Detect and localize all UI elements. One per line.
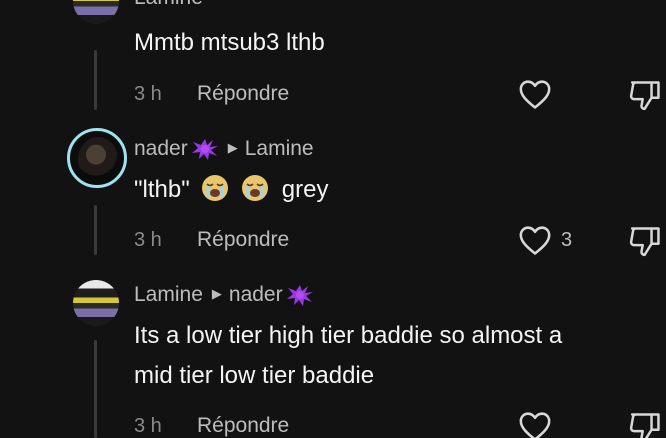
comment-text-prefix: "lthb" xyxy=(134,176,190,203)
reply-button[interactable]: Répondre xyxy=(197,414,289,438)
comment-text-suffix: grey xyxy=(281,176,329,203)
thumbs-down-outline-icon xyxy=(629,227,660,257)
avatar[interactable] xyxy=(67,128,127,188)
reply-to-username[interactable]: nader xyxy=(229,283,283,307)
right-triangle-icon: ▶ xyxy=(211,286,222,301)
heart-outline-icon xyxy=(519,80,551,109)
comment-text: "lthb" grey xyxy=(134,170,328,210)
comment-thread: Lamine Mmtb mtsub3 lthb 3 h Répondre nad… xyxy=(0,0,666,438)
comment-time: 3 h xyxy=(134,83,162,105)
like-button[interactable]: 3 xyxy=(518,224,572,256)
avatar[interactable] xyxy=(73,280,119,326)
thread-line xyxy=(94,205,97,255)
thumbs-down-outline-icon xyxy=(629,413,660,438)
comment-text-line: Its a low tier high tier baddie so almos… xyxy=(134,322,563,349)
comment-username[interactable]: nader xyxy=(134,137,188,161)
loudly-crying-face-emoji xyxy=(242,175,269,201)
comment-username[interactable]: Lamine xyxy=(134,0,203,10)
heart-outline-icon xyxy=(519,412,551,438)
purple-splat-emoji xyxy=(191,139,218,160)
thread-line xyxy=(94,50,97,110)
heart-outline-icon xyxy=(519,226,551,255)
comment-username-row: Lamine ▶ nader xyxy=(134,283,314,307)
dislike-button[interactable] xyxy=(628,78,664,117)
comment-username-row: nader ▶ Lamine xyxy=(134,137,314,161)
comment-text: Mmtb mtsub3 lthb xyxy=(134,29,325,56)
comment-time: 3 h xyxy=(134,229,162,251)
reply-button[interactable]: Répondre xyxy=(197,228,289,252)
thumbs-down-outline-icon xyxy=(629,81,660,111)
reply-to-username[interactable]: Lamine xyxy=(245,137,314,161)
comment-text-line: mid tier low tier baddie xyxy=(134,362,375,389)
comment-time: 3 h xyxy=(134,415,162,437)
thread-line xyxy=(94,340,97,438)
dislike-button[interactable] xyxy=(628,410,664,438)
like-count: 3 xyxy=(561,228,573,251)
like-button[interactable] xyxy=(518,410,561,438)
loudly-crying-face-emoji xyxy=(202,175,229,201)
purple-splat-emoji xyxy=(286,285,313,306)
right-triangle-icon: ▶ xyxy=(227,140,238,155)
like-button[interactable] xyxy=(518,78,561,110)
avatar[interactable] xyxy=(73,0,119,24)
dislike-button[interactable] xyxy=(628,224,664,263)
comment-username[interactable]: Lamine xyxy=(134,283,203,307)
avatar-photo xyxy=(78,137,118,181)
reply-button[interactable]: Répondre xyxy=(197,82,289,106)
